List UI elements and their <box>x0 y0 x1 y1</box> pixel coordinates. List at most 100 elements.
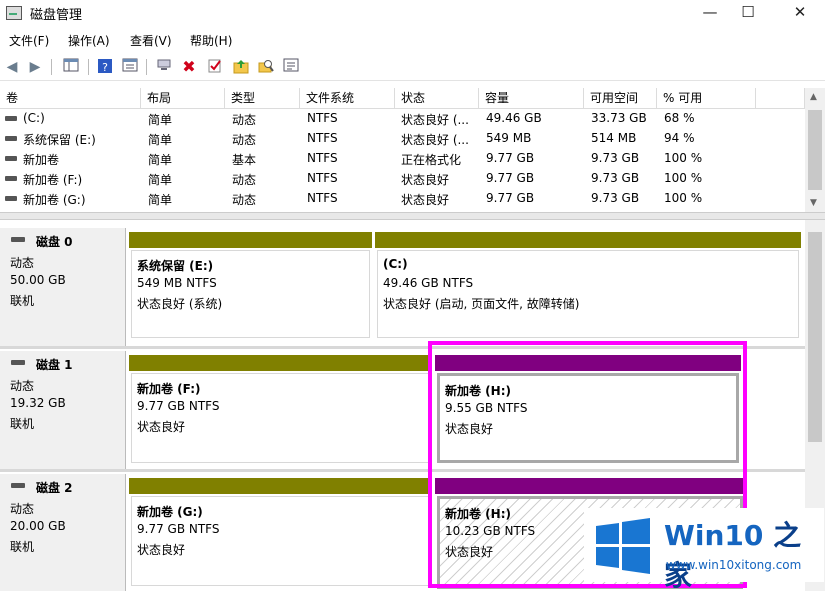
disk-2-info[interactable]: 磁盘 2 动态 20.00 GB 联机 <box>0 474 126 591</box>
cell-volume: 系统保留 (E:) <box>23 133 96 147</box>
menu-action[interactable]: 操作(A) <box>68 32 110 49</box>
menu-help[interactable]: 帮助(H) <box>190 32 232 49</box>
windows-logo-icon <box>596 518 650 574</box>
table-row[interactable]: 新加卷 简单 基本 NTFS 正在格式化 9.77 GB 9.73 GB 100… <box>0 149 805 169</box>
list-icon[interactable] <box>282 58 300 76</box>
watermark-brand: Win10 之家 <box>664 514 824 594</box>
check-icon[interactable] <box>206 58 224 76</box>
cell-type: 动态 <box>232 133 257 147</box>
cell-percent: 100 % <box>664 171 703 185</box>
forward-icon[interactable]: ▶ <box>26 58 44 76</box>
volume-icon <box>5 136 17 141</box>
col-capacity[interactable]: 容量 <box>479 88 584 109</box>
window-title: 磁盘管理 <box>30 8 83 23</box>
disk-management-app-icon <box>6 6 22 20</box>
cell-layout: 简单 <box>148 153 173 167</box>
volume-type-bar <box>129 478 432 494</box>
cell-volume: 新加卷 (F:) <box>23 173 83 187</box>
col-free-space[interactable]: 可用空间 <box>584 88 657 109</box>
cell-filesystem: NTFS <box>307 131 338 145</box>
connect-icon[interactable] <box>155 58 173 76</box>
disk-size: 50.00 GB <box>10 273 66 287</box>
partition-size: 549 MB NTFS <box>137 276 217 290</box>
partition-status: 状态良好 (启动, 页面文件, 故障转储) <box>383 297 580 311</box>
search-folder-icon[interactable] <box>257 58 275 76</box>
partition-body: (C:) 49.46 GB NTFS 状态良好 (启动, 页面文件, 故障转储) <box>377 250 799 338</box>
cell-percent: 68 % <box>664 111 695 125</box>
col-filler <box>756 88 805 109</box>
cell-volume: 新加卷 <box>23 153 60 167</box>
partition-g[interactable]: 新加卷 (G:) 9.77 GB NTFS 状态良好 <box>129 478 432 588</box>
cell-type: 基本 <box>232 153 257 167</box>
disk-status: 联机 <box>10 294 35 308</box>
disk-status: 联机 <box>10 540 35 554</box>
partition-system-reserved[interactable]: 系统保留 (E:) 549 MB NTFS 状态良好 (系统) <box>129 232 372 340</box>
properties-icon[interactable] <box>121 58 139 76</box>
partition-status: 状态良好 <box>137 543 186 557</box>
maximize-button[interactable]: ☐ <box>725 0 771 26</box>
partition-f[interactable]: 新加卷 (F:) 9.77 GB NTFS 状态良好 <box>129 355 432 465</box>
volume-icon <box>5 196 17 201</box>
menu-file[interactable]: 文件(F) <box>9 32 49 49</box>
disk-status: 联机 <box>10 417 35 431</box>
col-layout[interactable]: 布局 <box>141 88 225 109</box>
col-filesystem[interactable]: 文件系统 <box>300 88 395 109</box>
disk-size: 19.32 GB <box>10 396 66 410</box>
cell-free: 9.73 GB <box>591 191 640 205</box>
partition-name: (C:) <box>383 257 408 271</box>
cell-status: 状态良好 <box>401 193 450 207</box>
console-tree-icon[interactable] <box>62 58 80 76</box>
cell-free: 33.73 GB <box>591 111 647 125</box>
volume-icon <box>5 156 17 161</box>
partition-body: 新加卷 (G:) 9.77 GB NTFS 状态良好 <box>131 496 430 586</box>
cell-free: 9.73 GB <box>591 171 640 185</box>
table-row[interactable]: 系统保留 (E:) 简单 动态 NTFS 状态良好 (... 549 MB 51… <box>0 129 805 149</box>
delete-icon[interactable]: ✖ <box>180 58 198 76</box>
volume-icon <box>5 176 17 181</box>
col-volume[interactable]: 卷 <box>0 88 141 109</box>
cell-layout: 简单 <box>148 133 173 147</box>
menu-view[interactable]: 查看(V) <box>130 32 172 49</box>
col-percent-free[interactable]: % 可用 <box>657 88 756 109</box>
disk-1-info[interactable]: 磁盘 1 动态 19.32 GB 联机 <box>0 351 126 469</box>
pane-splitter[interactable] <box>0 212 825 220</box>
partition-body: 新加卷 (F:) 9.77 GB NTFS 状态良好 <box>131 373 430 463</box>
disk-icon <box>11 237 25 242</box>
disk-view-scroll-thumb[interactable] <box>808 232 822 442</box>
close-button[interactable]: ✕ <box>777 0 823 26</box>
folder-up-icon[interactable] <box>232 58 250 76</box>
cell-free: 9.73 GB <box>591 151 640 165</box>
scroll-up-icon[interactable]: ▲ <box>810 92 817 102</box>
cell-percent: 100 % <box>664 151 703 165</box>
table-row[interactable]: 新加卷 (G:) 简单 动态 NTFS 状态良好 9.77 GB 9.73 GB… <box>0 189 805 209</box>
disk-icon <box>11 360 25 365</box>
cell-percent: 100 % <box>664 191 703 205</box>
cell-percent: 94 % <box>664 131 695 145</box>
watermark-brand-latin: Win10 <box>664 519 764 552</box>
cell-capacity: 549 MB <box>486 131 532 145</box>
title-bar: 磁盘管理 — ☐ ✕ <box>0 0 825 26</box>
volume-list-scroll-thumb[interactable] <box>808 110 822 190</box>
back-icon[interactable]: ◀ <box>3 58 21 76</box>
svg-text:?: ? <box>102 61 108 74</box>
disk-icon <box>11 483 25 488</box>
cell-volume: (C:) <box>23 111 45 125</box>
volume-type-bar <box>129 232 372 248</box>
cell-layout: 简单 <box>148 193 173 207</box>
help-icon[interactable]: ? <box>96 58 114 76</box>
table-row[interactable]: 新加卷 (F:) 简单 动态 NTFS 状态良好 9.77 GB 9.73 GB… <box>0 169 805 189</box>
disk-type: 动态 <box>10 379 35 393</box>
cell-capacity: 9.77 GB <box>486 151 535 165</box>
scroll-down-icon[interactable]: ▼ <box>810 198 817 208</box>
table-row[interactable]: (C:) 简单 动态 NTFS 状态良好 (... 49.46 GB 33.73… <box>0 109 805 129</box>
partition-name: 系统保留 (E:) <box>137 259 214 273</box>
col-type[interactable]: 类型 <box>225 88 300 109</box>
partition-c[interactable]: (C:) 49.46 GB NTFS 状态良好 (启动, 页面文件, 故障转储) <box>375 232 801 340</box>
menu-bar: 文件(F) 操作(A) 查看(V) 帮助(H) <box>0 28 825 50</box>
cell-type: 动态 <box>232 113 257 127</box>
cell-volume: 新加卷 (G:) <box>23 193 86 207</box>
col-status[interactable]: 状态 <box>395 88 479 109</box>
cell-filesystem: NTFS <box>307 111 338 125</box>
disk-0-info[interactable]: 磁盘 0 动态 50.00 GB 联机 <box>0 228 126 346</box>
cell-filesystem: NTFS <box>307 151 338 165</box>
